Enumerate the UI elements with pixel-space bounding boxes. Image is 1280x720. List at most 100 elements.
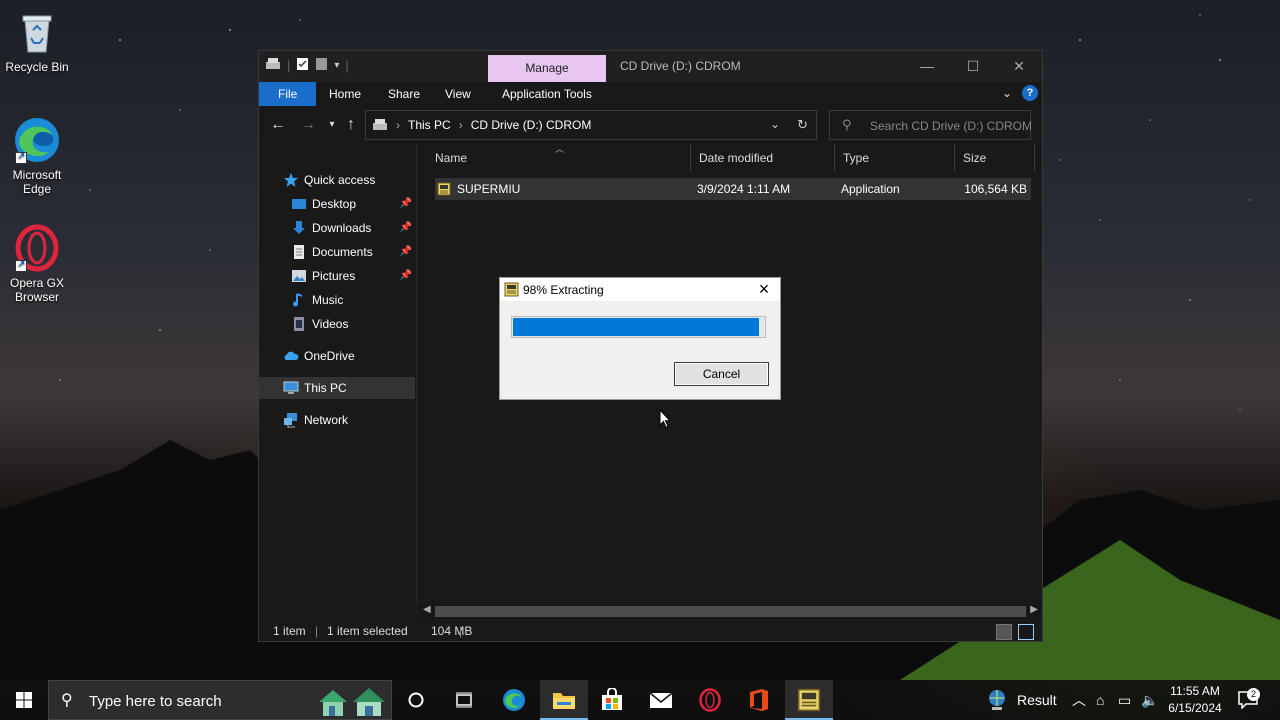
tray-volume[interactable]: 🔈	[1141, 680, 1158, 720]
pin-icon: 📌	[399, 222, 412, 233]
cancel-button[interactable]: Cancel	[674, 362, 769, 386]
scroll-left-icon[interactable]: ◀	[423, 604, 431, 615]
breadcrumb-this-pc[interactable]: This PC	[408, 118, 451, 132]
file-type: Application	[841, 182, 900, 196]
recycle-bin-desktop-icon[interactable]: Recycle Bin	[1, 8, 73, 74]
title-bar[interactable]: | ▾ | Manage CD Drive (D:) CDROM — ☐ ✕	[259, 51, 1042, 82]
dialog-close-icon[interactable]: ×	[754, 279, 774, 299]
opera-gx-desktop-icon[interactable]: Opera GX Browser	[1, 224, 73, 304]
nav-this-pc-label: This PC	[304, 381, 347, 395]
tray-result-label: Result	[1017, 692, 1057, 708]
table-row[interactable]: SUPERMIU 3/9/2024 1:11 AM Application 10…	[435, 178, 1031, 200]
column-header-size[interactable]: Size	[955, 144, 1035, 172]
minimize-button[interactable]: —	[904, 51, 950, 82]
taskbar-file-explorer-button[interactable]	[540, 680, 588, 720]
notification-count-badge: 2	[1247, 688, 1260, 701]
maximize-button[interactable]: ☐	[950, 51, 996, 82]
application-icon	[437, 181, 453, 197]
nav-pictures-label: Pictures	[312, 269, 356, 283]
column-header-name[interactable]: Name	[427, 144, 691, 172]
drive-icon	[265, 57, 281, 74]
customize-toolbar-chevron-icon[interactable]: ▾	[334, 60, 339, 71]
forward-button[interactable]: →	[297, 115, 319, 137]
task-view-icon	[456, 692, 472, 708]
mouse-cursor-icon	[659, 409, 671, 429]
taskbar-clock[interactable]: 11:55 AM 6/15/2024	[1166, 683, 1224, 717]
nav-music[interactable]: Music	[259, 289, 415, 311]
tab-view[interactable]: View	[445, 82, 471, 106]
start-button[interactable]	[0, 680, 48, 720]
tab-home[interactable]: Home	[329, 82, 361, 106]
back-button[interactable]: ←	[267, 115, 289, 137]
taskbar-edge-button[interactable]	[490, 680, 538, 720]
tray-network[interactable]: ▭	[1118, 680, 1131, 720]
manage-tab[interactable]: Manage	[488, 55, 606, 82]
pin-icon: 📌	[399, 246, 412, 257]
status-size: 104 MB	[431, 624, 473, 638]
nav-desktop[interactable]: Desktop 📌	[259, 193, 415, 215]
address-bar[interactable]: › This PC › CD Drive (D:) CDROM ⌄ ↻	[365, 110, 817, 140]
nav-onedrive[interactable]: OneDrive	[259, 345, 415, 367]
extraction-progress-bar	[511, 316, 766, 338]
file-date-modified: 3/9/2024 1:11 AM	[697, 182, 791, 196]
horizontal-scrollbar[interactable]: ◀ ▶	[419, 603, 1042, 620]
cortana-button[interactable]	[392, 680, 440, 720]
tab-share[interactable]: Share	[388, 82, 420, 106]
window-title: CD Drive (D:) CDROM	[620, 59, 741, 73]
nav-pictures[interactable]: Pictures 📌	[259, 265, 415, 287]
recycle-bin-icon	[13, 8, 61, 56]
globe-trophy-icon	[989, 690, 1005, 710]
taskbar-store-button[interactable]	[588, 680, 636, 720]
column-header-type[interactable]: Type	[835, 144, 955, 172]
expand-ribbon-chevron-icon[interactable]: ⌄	[1002, 86, 1012, 100]
status-separator: |	[459, 624, 463, 638]
music-note-icon	[291, 292, 307, 308]
scroll-right-icon[interactable]: ▶	[1030, 604, 1038, 615]
taskbar-search-box[interactable]: ⚲ Type here to search	[48, 680, 392, 720]
nav-documents[interactable]: Documents 📌	[259, 241, 415, 263]
details-view-icon[interactable]	[996, 624, 1012, 640]
close-button[interactable]: ✕	[996, 51, 1042, 82]
nav-this-pc[interactable]: This PC	[259, 377, 415, 399]
refresh-icon[interactable]: ↻	[797, 117, 808, 133]
nav-videos[interactable]: Videos	[259, 313, 415, 335]
address-dropdown-chevron-icon[interactable]: ⌄	[770, 117, 780, 131]
breadcrumb-separator-icon: ›	[396, 118, 400, 132]
file-size: 106,564 KB	[964, 182, 1027, 196]
taskbar-mail-button[interactable]	[637, 680, 685, 720]
nav-onedrive-label: OneDrive	[304, 349, 355, 363]
tab-file[interactable]: File	[259, 82, 317, 106]
tab-application-tools[interactable]: Application Tools	[502, 82, 592, 106]
notification-center-button[interactable]: 2	[1236, 680, 1266, 720]
archive-app-icon	[797, 688, 821, 712]
dialog-title-bar[interactable]: 98% Extracting ×	[500, 278, 780, 301]
taskbar-office-button[interactable]	[735, 680, 783, 720]
extracting-dialog: 98% Extracting × Cancel	[499, 277, 781, 400]
nav-quick-access[interactable]: Quick access	[259, 169, 415, 191]
dialog-title: 98% Extracting	[523, 283, 604, 297]
breadcrumb-cd-drive[interactable]: CD Drive (D:) CDROM	[471, 118, 592, 132]
properties-icon[interactable]	[296, 57, 309, 74]
search-box[interactable]: ⚲ Search CD Drive (D:) CDROM	[829, 110, 1032, 140]
column-header-date-modified[interactable]: Date modified	[691, 144, 835, 172]
nav-downloads[interactable]: Downloads 📌	[259, 217, 415, 239]
mail-envelope-icon	[649, 692, 673, 708]
up-button[interactable]: ↑	[340, 115, 362, 137]
task-view-button[interactable]	[440, 680, 488, 720]
star-icon	[283, 172, 299, 188]
download-arrow-icon	[291, 220, 307, 236]
scrollbar-thumb[interactable]	[435, 606, 1026, 617]
large-icons-view-icon[interactable]	[1018, 624, 1034, 640]
help-icon[interactable]: ?	[1022, 85, 1038, 101]
status-item-count: 1 item	[273, 624, 306, 638]
new-folder-icon[interactable]	[315, 57, 328, 74]
show-hidden-icons-button[interactable]: ︿	[1072, 680, 1086, 720]
taskbar-archive-app-button[interactable]	[785, 680, 833, 720]
nav-network[interactable]: Network	[259, 409, 415, 431]
file-name: SUPERMIU	[457, 182, 521, 196]
nav-quick-access-label: Quick access	[304, 173, 376, 187]
microsoft-edge-desktop-icon[interactable]: Microsoft Edge	[1, 116, 73, 196]
forward-arrow-icon: →	[300, 116, 316, 133]
tray-meet-now[interactable]: ⌂	[1096, 680, 1104, 720]
taskbar-opera-gx-button[interactable]	[686, 680, 734, 720]
